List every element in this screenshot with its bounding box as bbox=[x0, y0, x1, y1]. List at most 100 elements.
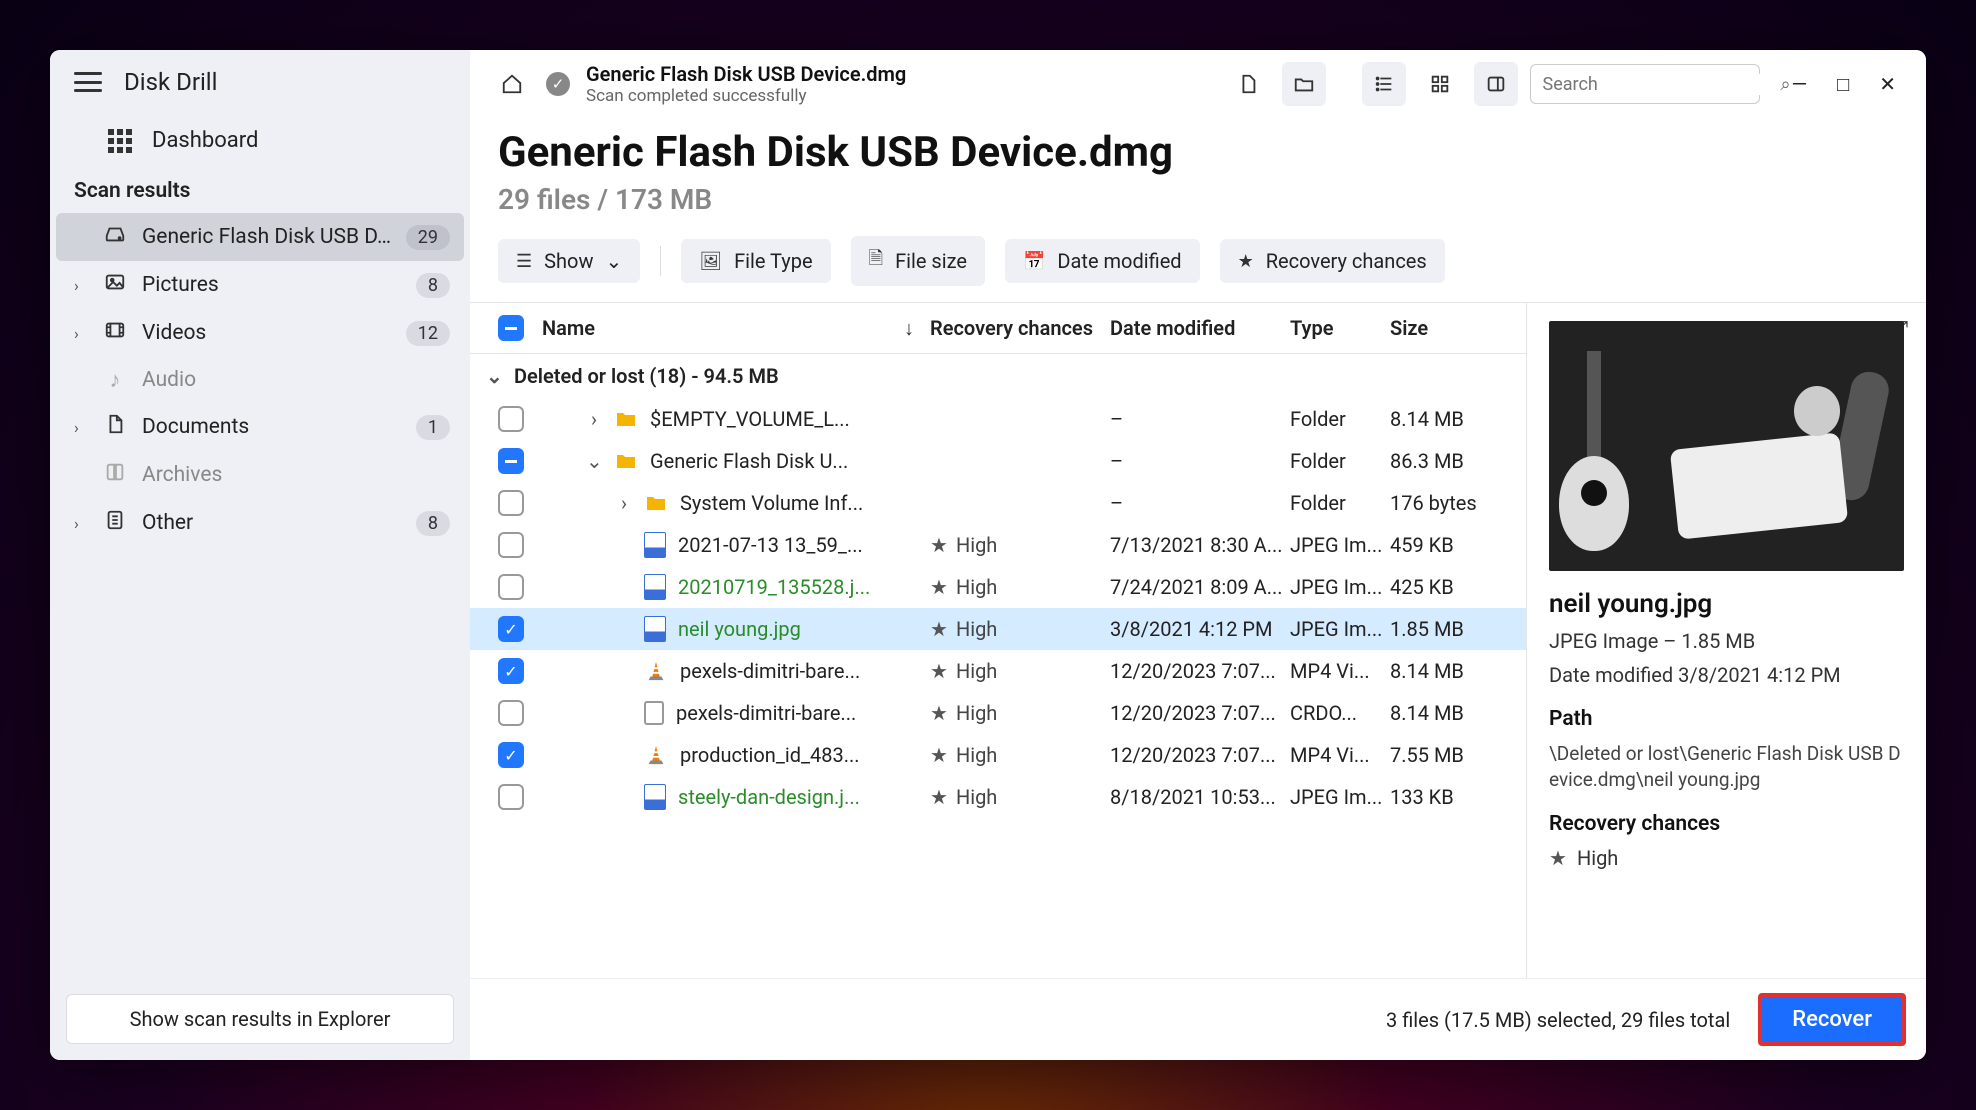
type-cell: JPEG Im... bbox=[1290, 533, 1390, 557]
file-name: neil young.jpg bbox=[678, 617, 801, 641]
chevron-icon[interactable]: › bbox=[616, 491, 632, 515]
col-recovery[interactable]: Recovery chances bbox=[930, 316, 1110, 340]
image-icon bbox=[102, 271, 128, 299]
sidebar-item-archives[interactable]: Archives bbox=[50, 451, 470, 499]
table-row[interactable]: steely-dan-design.j... ★High 8/18/2021 1… bbox=[470, 776, 1526, 818]
preview-path-heading: Path bbox=[1549, 707, 1904, 731]
list-view-icon[interactable] bbox=[1362, 62, 1406, 106]
preview-meta: JPEG Image – 1.85 MB bbox=[1549, 629, 1904, 653]
row-checkbox[interactable] bbox=[498, 448, 524, 474]
recovery-filter[interactable]: ★Recovery chances bbox=[1220, 239, 1445, 283]
menu-icon[interactable] bbox=[74, 72, 102, 92]
preview-image bbox=[1549, 321, 1904, 571]
star-icon: ★ bbox=[930, 575, 948, 599]
table-row[interactable]: ⌄ Generic Flash Disk U... – Folder 86.3 … bbox=[470, 440, 1526, 482]
chevron-right-icon: › bbox=[74, 418, 88, 437]
app-title: Disk Drill bbox=[124, 68, 217, 96]
sidebar-badge: 8 bbox=[416, 511, 450, 536]
file-icon[interactable] bbox=[1226, 62, 1270, 106]
type-cell: Folder bbox=[1290, 449, 1390, 473]
folder-icon[interactable] bbox=[1282, 62, 1326, 106]
chevron-icon[interactable]: › bbox=[586, 407, 602, 431]
type-cell: JPEG Im... bbox=[1290, 617, 1390, 641]
table-row[interactable]: pexels-dimitri-bare... ★High 12/20/2023 … bbox=[470, 650, 1526, 692]
jpeg-icon bbox=[644, 574, 666, 600]
grid-view-icon[interactable] bbox=[1418, 62, 1462, 106]
size-cell: 425 KB bbox=[1390, 575, 1510, 599]
chip-label: Date modified bbox=[1057, 249, 1181, 273]
filetype-filter[interactable]: 🖼File Type bbox=[681, 239, 830, 283]
show-in-explorer-button[interactable]: Show scan results in Explorer bbox=[66, 994, 454, 1044]
chip-label: File size bbox=[895, 249, 967, 273]
chevron-right-icon: › bbox=[74, 514, 88, 533]
table-row[interactable]: › System Volume Inf... – Folder 176 byte… bbox=[470, 482, 1526, 524]
sidebar-item-pictures[interactable]: › Pictures 8 bbox=[50, 261, 470, 309]
folder-icon bbox=[614, 407, 638, 431]
vlc-icon bbox=[644, 743, 668, 767]
panel-view-icon[interactable] bbox=[1474, 62, 1518, 106]
preview-path: \Deleted or lost\Generic Flash Disk USB … bbox=[1549, 741, 1904, 792]
file-list[interactable]: ⌄ Deleted or lost (18) - 94.5 MB › $EMPT… bbox=[470, 354, 1526, 978]
filesize-filter[interactable]: 🗎 File size bbox=[851, 236, 985, 286]
row-checkbox[interactable] bbox=[498, 658, 524, 684]
sidebar-item-videos[interactable]: › Videos 12 bbox=[50, 309, 470, 357]
preview-recovery: ★High bbox=[1549, 846, 1904, 870]
home-icon[interactable] bbox=[490, 62, 534, 106]
col-type[interactable]: Type bbox=[1290, 316, 1390, 340]
row-checkbox[interactable] bbox=[498, 742, 524, 768]
row-checkbox[interactable] bbox=[498, 406, 524, 432]
chip-label: Show bbox=[544, 249, 593, 273]
chevron-down-icon: ⌄ bbox=[605, 249, 622, 273]
chevron-down-icon[interactable]: ⌄ bbox=[486, 364, 502, 388]
close-button[interactable]: ✕ bbox=[1879, 72, 1896, 97]
table-row[interactable]: › $EMPTY_VOLUME_L... – Folder 8.14 MB bbox=[470, 398, 1526, 440]
table-row[interactable]: 20210719_135528.j... ★High 7/24/2021 8:0… bbox=[470, 566, 1526, 608]
file-name: pexels-dimitri-bare... bbox=[680, 659, 860, 683]
table-row[interactable]: neil young.jpg ★High 3/8/2021 4:12 PM JP… bbox=[470, 608, 1526, 650]
sidebar: Disk Drill Dashboard Scan results Generi… bbox=[50, 50, 470, 1060]
sidebar-item-audio[interactable]: ♪ Audio bbox=[50, 357, 470, 403]
select-all-checkbox[interactable] bbox=[498, 315, 524, 341]
chevron-icon[interactable]: ⌄ bbox=[586, 449, 602, 473]
type-cell: CRDO... bbox=[1290, 701, 1390, 725]
column-header: Name↓ Recovery chances Date modified Typ… bbox=[470, 303, 1526, 354]
file-name: 2021-07-13 13_59_... bbox=[678, 533, 863, 557]
search-input[interactable] bbox=[1543, 74, 1771, 95]
size-cell: 7.55 MB bbox=[1390, 743, 1510, 767]
preview-filename: neil young.jpg bbox=[1549, 589, 1904, 619]
type-cell: JPEG Im... bbox=[1290, 785, 1390, 809]
row-checkbox[interactable] bbox=[498, 784, 524, 810]
table-row[interactable]: production_id_483... ★High 12/20/2023 7:… bbox=[470, 734, 1526, 776]
sidebar-item-documents[interactable]: › Documents 1 bbox=[50, 403, 470, 451]
group-label: Deleted or lost (18) - 94.5 MB bbox=[514, 364, 779, 388]
sidebar-item-other[interactable]: › Other 8 bbox=[50, 499, 470, 547]
star-icon: ★ bbox=[930, 743, 948, 767]
row-checkbox[interactable] bbox=[498, 616, 524, 642]
row-checkbox[interactable] bbox=[498, 574, 524, 600]
sidebar-item-label: Videos bbox=[142, 321, 392, 345]
page-title: Generic Flash Disk USB Device.dmg bbox=[498, 128, 1898, 177]
sidebar-item-drive[interactable]: Generic Flash Disk USB D... 29 bbox=[56, 213, 464, 261]
row-checkbox[interactable] bbox=[498, 700, 524, 726]
file-icon: 🗎 bbox=[869, 246, 883, 276]
show-filter[interactable]: ☰ Show ⌄ bbox=[498, 239, 640, 283]
recovery-value: High bbox=[956, 533, 997, 557]
topbar-title: Generic Flash Disk USB Device.dmg bbox=[586, 62, 906, 86]
topbar-titles: Generic Flash Disk USB Device.dmg Scan c… bbox=[586, 62, 906, 106]
table-row[interactable]: pexels-dimitri-bare... ★High 12/20/2023 … bbox=[470, 692, 1526, 734]
recover-button[interactable]: Recover bbox=[1758, 993, 1906, 1046]
row-checkbox[interactable] bbox=[498, 490, 524, 516]
maximize-button[interactable]: □ bbox=[1837, 72, 1849, 97]
group-row[interactable]: ⌄ Deleted or lost (18) - 94.5 MB bbox=[470, 354, 1526, 398]
sidebar-dashboard[interactable]: Dashboard bbox=[50, 114, 470, 167]
minimize-button[interactable]: — bbox=[1792, 72, 1808, 97]
col-date[interactable]: Date modified bbox=[1110, 316, 1290, 340]
col-size[interactable]: Size bbox=[1390, 316, 1510, 340]
document-icon bbox=[102, 413, 128, 441]
date-cell: – bbox=[1110, 407, 1290, 431]
row-checkbox[interactable] bbox=[498, 532, 524, 558]
table-row[interactable]: 2021-07-13 13_59_... ★High 7/13/2021 8:3… bbox=[470, 524, 1526, 566]
col-name[interactable]: Name↓ bbox=[536, 316, 930, 341]
search-box[interactable]: ⌕ bbox=[1530, 64, 1760, 104]
date-filter[interactable]: 📅Date modified bbox=[1005, 239, 1200, 283]
